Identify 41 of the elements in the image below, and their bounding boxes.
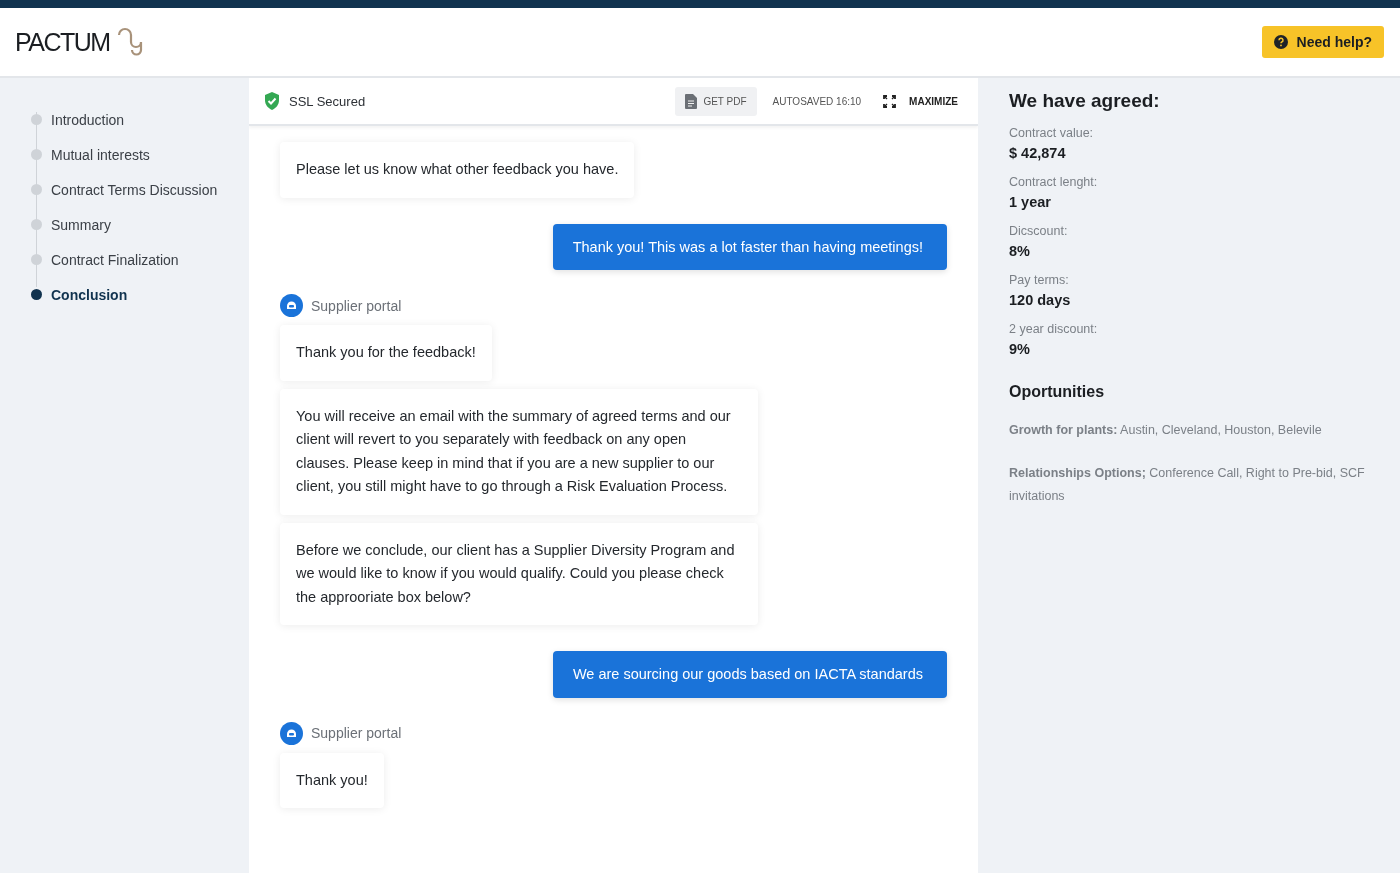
term-value: 120 days [1009, 292, 1072, 308]
incoming-message: Before we conclude, our client has a Supplier Diversity Program and we would like to know if you would qualify. Could you please check the approoriate box below? [280, 522, 758, 625]
incoming-message: You will receive an email with the summary of agreed terms and our client will revert to you separately with feedback on any open clauses. Please keep in mind that if you are a new supplier to our client, you still might have to go through a Risk Evaluation Process. [280, 388, 758, 515]
opportunity-text: Relationships Options; Conference Call, Right to Pre-bid, SCF invitations [1009, 465, 1366, 505]
security-label: SSL Secured [289, 93, 366, 109]
incoming-message: Thank you! [280, 752, 384, 808]
opportunities-title: Oportunities [1009, 383, 1106, 401]
sender-name: Supplier portal [311, 725, 402, 741]
document-icon [685, 93, 698, 109]
term-label: Pay terms: [1009, 273, 1070, 287]
shield-check-icon [263, 91, 281, 111]
maximize-icon [883, 94, 897, 108]
robot-avatar-icon [280, 294, 303, 317]
step-item[interactable]: Contract Terms Discussion [51, 181, 218, 198]
term-label: 2 year discount: [1009, 322, 1099, 336]
term-label: Contract value: [1009, 126, 1095, 140]
term-value: 1 year [1009, 194, 1052, 210]
brand-logo: PACTUM [15, 27, 110, 57]
maximize-button[interactable]: MAXIMIZE [883, 94, 958, 108]
term-value: 8% [1009, 243, 1031, 259]
help-button[interactable]: Need help? [1261, 26, 1384, 58]
term-value: 9% [1009, 341, 1031, 357]
term-value: $ 42,874 [1009, 145, 1067, 161]
question-icon [1273, 35, 1288, 49]
summary-title: We have agreed: [1009, 90, 1161, 112]
step-item[interactable]: Contract Finalization [51, 251, 179, 268]
term-label: Dicscount: [1009, 224, 1069, 238]
opportunity-text: Growth for plants: Austin, Cleveland, Houston, Belevile [1009, 422, 1323, 439]
get-pdf-button[interactable]: GET PDF [675, 86, 757, 116]
step-item[interactable]: Conclusion [51, 286, 128, 303]
step-item[interactable]: Summary [51, 216, 111, 233]
outgoing-message: We are sourcing our goods based on IACTA standards [552, 651, 947, 698]
term-label: Contract lenght: [1009, 175, 1099, 189]
outgoing-message: Thank you! This was a lot faster than having meetings! [552, 223, 947, 270]
incoming-message: Please let us know what other feedback you have. [280, 142, 635, 198]
incoming-message: Thank you for the feedback! [280, 325, 492, 381]
step-item[interactable]: Mutual interests [51, 146, 150, 163]
robot-avatar-icon [280, 721, 303, 745]
autosave-status: AUTOSAVED 16:10 [772, 95, 862, 107]
sender-name: Supplier portal [311, 297, 402, 314]
step-item[interactable]: Introduction [51, 111, 125, 128]
